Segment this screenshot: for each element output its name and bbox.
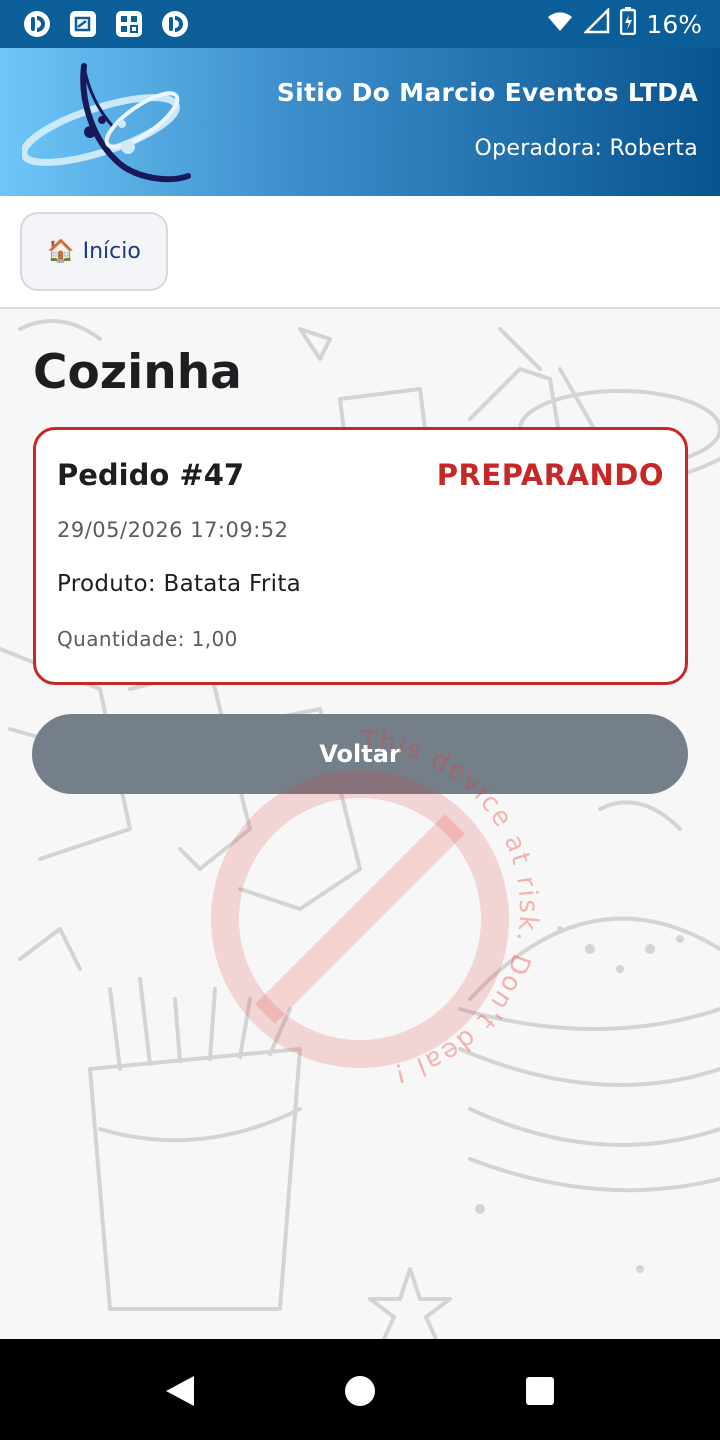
company-logo-icon — [22, 63, 191, 183]
house-icon: 🏠 — [47, 239, 75, 264]
app-notification-icon — [160, 9, 190, 39]
system-nav-bar — [0, 1339, 720, 1440]
app-header: Sitio Do Marcio Eventos LTDA Operadora: … — [0, 48, 720, 196]
recents-nav-icon[interactable] — [522, 1373, 558, 1409]
home-nav-icon[interactable] — [342, 1373, 378, 1409]
operator-label: Operadora: Roberta — [474, 136, 698, 161]
status-bar-notifications — [22, 9, 190, 39]
order-quantity: Quantidade: 1,00 — [57, 627, 238, 651]
back-button-label: Voltar — [319, 740, 401, 768]
qr-app-icon — [114, 9, 144, 39]
order-number: Pedido #47 — [57, 458, 245, 492]
battery-charging-icon — [620, 7, 637, 41]
kitchen-content: Cozinha Pedido #47 PREPARANDO 29/05/2026… — [0, 309, 720, 1339]
cellular-signal-icon — [583, 6, 610, 40]
home-button-label: Início — [82, 239, 141, 264]
status-bar-system: 16% — [546, 6, 702, 41]
screen-cast-icon — [68, 9, 98, 39]
battery-percent: 16% — [646, 9, 702, 39]
order-datetime: 29/05/2026 17:09:52 — [57, 518, 289, 542]
top-nav: 🏠 Início — [0, 196, 720, 309]
back-button[interactable]: Voltar — [32, 714, 688, 794]
home-button[interactable]: 🏠 Início — [20, 212, 168, 291]
order-product: Produto: Batata Frita — [57, 571, 302, 597]
order-card[interactable]: Pedido #47 PREPARANDO 29/05/2026 17:09:5… — [33, 427, 688, 685]
back-nav-icon[interactable] — [162, 1373, 198, 1409]
status-bar: 16% — [0, 0, 720, 48]
company-name: Sitio Do Marcio Eventos LTDA — [276, 78, 698, 107]
app-notification-icon — [22, 9, 52, 39]
wifi-icon — [546, 9, 574, 39]
order-status-badge: PREPARANDO — [436, 458, 664, 492]
page-title: Cozinha — [33, 345, 242, 400]
